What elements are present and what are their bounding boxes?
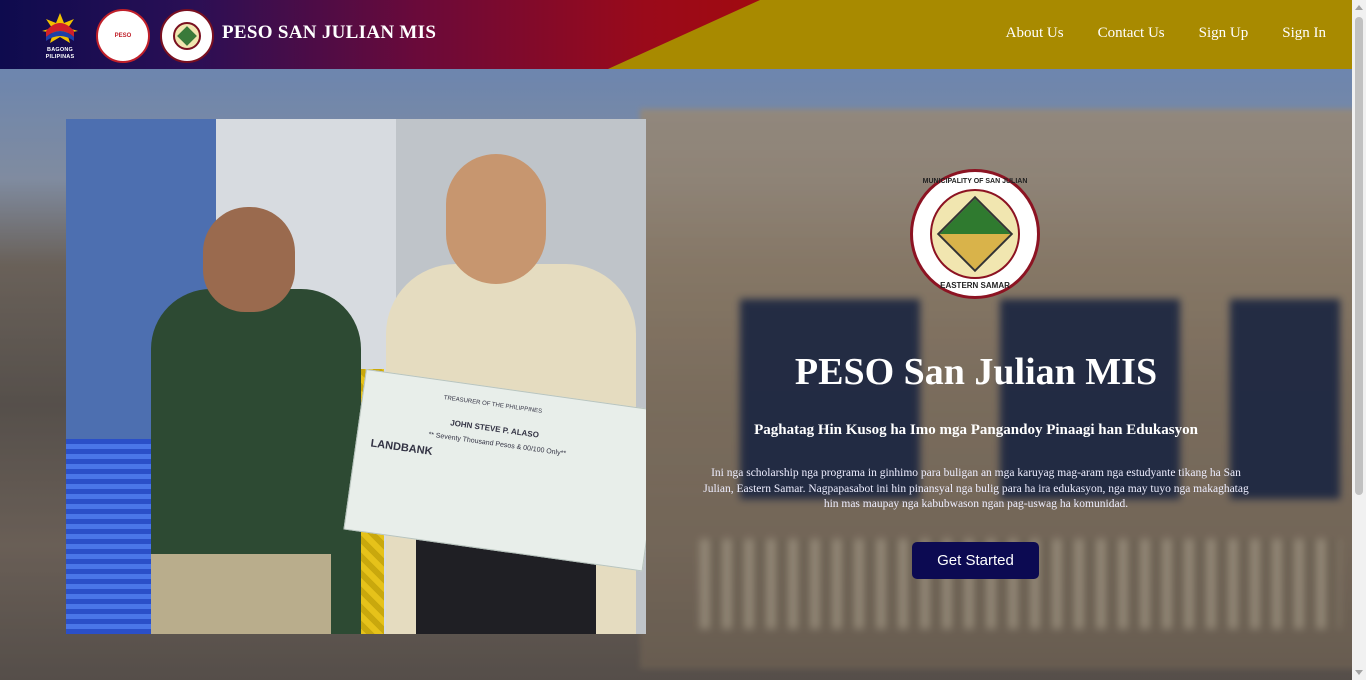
brand-title[interactable]: PESO SAN JULIAN MIS xyxy=(222,22,436,44)
check-payor: TREASURER OF THE PHILIPPINES xyxy=(443,395,543,415)
scholarship-photo: TREASURER OF THE PHILIPPINES JOHN STEVE … xyxy=(66,119,646,634)
seal-diamond-icon xyxy=(936,195,1014,273)
peso-logo: PESO xyxy=(96,9,150,63)
hero-description: Ini nga scholarship nga programa in ginh… xyxy=(703,467,1249,510)
photo-person-head xyxy=(203,207,295,312)
seal-inner xyxy=(930,189,1020,279)
nav-sign-in[interactable]: Sign In xyxy=(1282,25,1326,42)
nav-about-us[interactable]: About Us xyxy=(1006,25,1064,42)
seal-top-text: MUNICIPALITY OF SAN JULIAN xyxy=(922,178,1028,185)
main-nav: About Us Contact Us Sign Up Sign In xyxy=(1006,25,1326,42)
get-started-button[interactable]: Get Started xyxy=(912,542,1039,579)
photo-person-left xyxy=(151,207,361,634)
municipality-seal-logo xyxy=(160,9,214,63)
hero-title: PESO San Julian MIS xyxy=(794,351,1158,393)
scroll-down-arrow-icon[interactable] xyxy=(1355,670,1363,675)
nav-contact-us[interactable]: Contact Us xyxy=(1098,25,1165,42)
photo-person-head xyxy=(446,154,546,284)
photo-person-pants xyxy=(151,554,331,634)
top-navbar: BAGONG PILIPINAS PESO PESO SAN JULIAN MI… xyxy=(0,0,1352,69)
page-scrollbar[interactable] xyxy=(1352,0,1366,680)
peso-logo-caption: PESO xyxy=(114,32,132,39)
hero-subtitle: Paghatag Hin Kusog ha Imo mga Pangandoy … xyxy=(754,422,1198,438)
scrollbar-thumb[interactable] xyxy=(1355,17,1363,495)
logo-group: BAGONG PILIPINAS PESO xyxy=(34,9,214,63)
check-bank: LANDBANK xyxy=(369,437,434,458)
municipality-seal: MUNICIPALITY OF SAN JULIAN EASTERN SAMAR xyxy=(910,169,1040,299)
nav-sign-up[interactable]: Sign Up xyxy=(1199,25,1249,42)
photo-blue-foil xyxy=(66,439,156,634)
bagong-pilipinas-caption: BAGONG PILIPINAS xyxy=(45,47,75,60)
seal-icon xyxy=(173,22,201,50)
scroll-up-arrow-icon[interactable] xyxy=(1355,5,1363,10)
sun-emblem-icon xyxy=(42,13,78,43)
seal-bottom-text: EASTERN SAMAR xyxy=(940,281,1010,290)
check-amount-words: ** Seventy Thousand Pesos & 00/100 Only*… xyxy=(427,431,567,458)
bagong-pilipinas-logo: BAGONG PILIPINAS xyxy=(34,11,86,61)
